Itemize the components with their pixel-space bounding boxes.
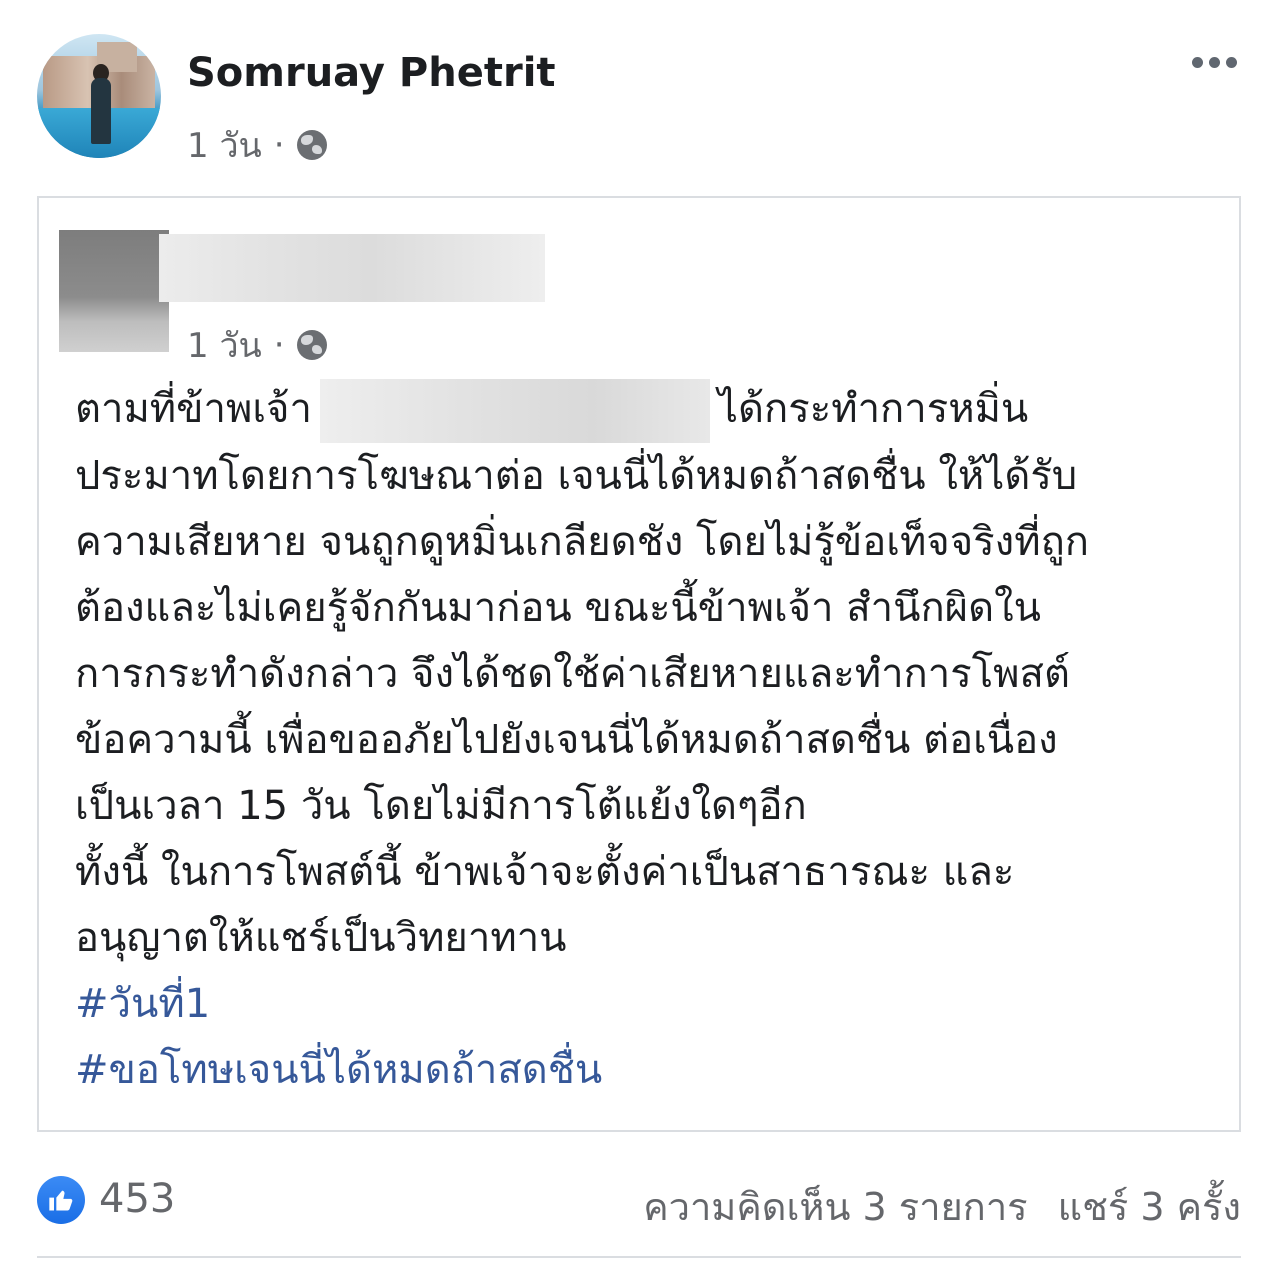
like-count[interactable]: 453 bbox=[99, 1176, 175, 1222]
blurred-author-name bbox=[159, 234, 545, 302]
body-line: ประมาทโดยการโฆษณาต่อ เจนนี่ได้หมดถ้าสดชื… bbox=[75, 453, 1078, 499]
globe-icon[interactable] bbox=[296, 330, 327, 360]
redacted-name bbox=[319, 379, 710, 443]
shared-post-time[interactable]: 1 วัน bbox=[187, 318, 262, 372]
hashtag-link[interactable]: #วันที่1 bbox=[75, 971, 1215, 1037]
like-icon[interactable] bbox=[37, 1176, 85, 1224]
body-line: ต้องและไม่เคยรู้จักกันมาก่อน ขณะนี้ข้าพเ… bbox=[75, 585, 1041, 631]
reaction-bar: 453 ความคิดเห็น 3 รายการ แชร์ 3 ครั้ง bbox=[37, 1172, 1241, 1229]
body-line: อนุญาตให้แชร์เป็นวิทยาทาน bbox=[75, 915, 567, 961]
body-text-after-redaction: ได้กระทำการหมิ่น bbox=[717, 386, 1029, 432]
share-count[interactable]: แชร์ 3 ครั้ง bbox=[1058, 1176, 1241, 1237]
hashtag-link[interactable]: #ขอโทษเจนนี่ได้หมดถ้าสดชื่น bbox=[75, 1037, 1215, 1103]
body-line: ตามที่ข้าพเจ้า ได้กระทำการหมิ่น bbox=[75, 376, 1215, 443]
more-options-icon[interactable] bbox=[1192, 57, 1237, 68]
body-line: ข้อความนี้ เพื่อขออภัยไปยังเจนนี่ได้หมดถ… bbox=[75, 717, 1058, 763]
author-avatar[interactable] bbox=[37, 34, 161, 158]
blurred-avatar bbox=[59, 230, 169, 352]
post-meta: 1 วัน · bbox=[187, 118, 327, 172]
body-text-start: ตามที่ข้าพเจ้า bbox=[75, 386, 312, 432]
body-line: เป็นเวลา 15 วัน โดยไม่มีการโต้แย้งใดๆอีก bbox=[75, 783, 807, 829]
divider bbox=[37, 1256, 1241, 1258]
post-time[interactable]: 1 วัน bbox=[187, 118, 262, 172]
meta-separator: · bbox=[273, 325, 285, 365]
shared-post-meta: 1 วัน · bbox=[187, 318, 327, 372]
globe-icon[interactable] bbox=[296, 130, 327, 160]
body-line: ทั้งนี้ ในการโพสต์นี้ ข้าพเจ้าจะตั้งค่าเ… bbox=[75, 849, 1015, 895]
meta-separator: · bbox=[273, 125, 285, 165]
body-line: ความเสียหาย จนถูกดูหมิ่นเกลียดชัง โดยไม่… bbox=[75, 519, 1090, 565]
body-line: การกระทำดังกล่าว จึงได้ชดใช้ค่าเสียหายแล… bbox=[75, 651, 1070, 697]
comment-count[interactable]: ความคิดเห็น 3 รายการ bbox=[643, 1176, 1027, 1237]
post-body: ตามที่ข้าพเจ้า ได้กระทำการหมิ่น ประมาทโดย… bbox=[75, 376, 1215, 1103]
shared-post[interactable]: 1 วัน · ตามที่ข้าพเจ้า ได้กระทำการหมิ่น ป… bbox=[37, 196, 1241, 1132]
author-name[interactable]: Somruay Phetrit bbox=[187, 50, 556, 96]
engagement-stats: ความคิดเห็น 3 รายการ แชร์ 3 ครั้ง bbox=[643, 1176, 1241, 1237]
